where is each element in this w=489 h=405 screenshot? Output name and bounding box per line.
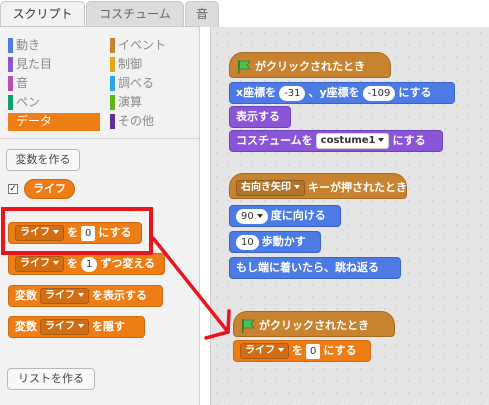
drag-arrow-icon: [151, 236, 231, 340]
